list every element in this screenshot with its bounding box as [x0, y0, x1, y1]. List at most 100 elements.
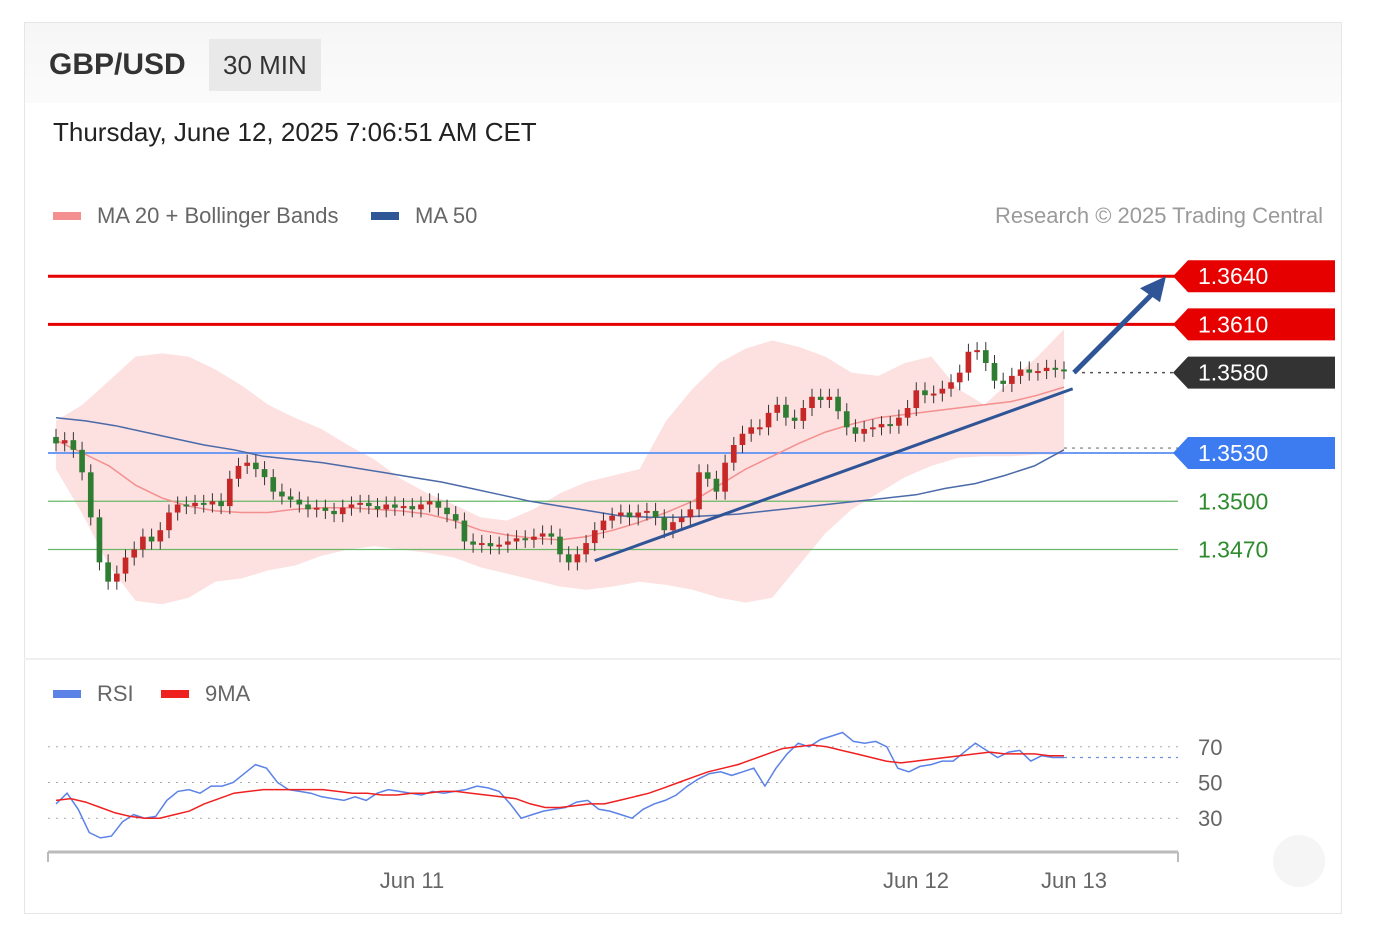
candle-body [930, 393, 937, 396]
candle-body [279, 491, 285, 497]
level-label-1.3640: 1.3640 [1198, 263, 1268, 289]
candle-body [157, 530, 164, 542]
candle-body [400, 506, 407, 509]
candle-body [79, 449, 85, 473]
candle-body [218, 501, 224, 507]
candle-body [409, 506, 416, 510]
candle-body [96, 517, 103, 563]
candle-body [183, 504, 190, 507]
x-tick-label: Jun 11 [380, 868, 444, 893]
candle-body [557, 536, 563, 555]
candle-body [444, 507, 450, 515]
candle-body [748, 427, 754, 434]
candle-body [609, 515, 615, 521]
candle-body [1017, 369, 1024, 376]
candle-body [826, 396, 833, 400]
candle-body [392, 504, 398, 508]
candle-body [200, 502, 207, 505]
rsi-9ma-line [55, 744, 1064, 819]
candle-body [496, 544, 502, 547]
candle-body [296, 499, 303, 505]
candle-body [383, 504, 390, 510]
candle-body [696, 472, 702, 510]
rsi-line [55, 731, 1064, 839]
candle-body [261, 469, 268, 478]
candle-body [366, 502, 372, 507]
candle-body [809, 396, 815, 409]
candle-body [730, 445, 737, 463]
candle-body [209, 501, 216, 505]
candle-body [192, 502, 198, 507]
candle-body [452, 514, 459, 521]
candle-body [670, 522, 676, 531]
candle-body [1043, 367, 1050, 372]
candle-body [305, 504, 311, 510]
candle-body [461, 520, 468, 542]
level-label-1.3500: 1.3500 [1198, 488, 1268, 514]
candle-body [339, 507, 346, 515]
candle-body [687, 509, 694, 518]
rsi-tick-70: 70 [1198, 735, 1222, 760]
candle-body [583, 543, 589, 555]
candle-body [591, 530, 598, 544]
candle-body [739, 433, 746, 445]
candle-body [487, 543, 494, 547]
candle-body [896, 417, 902, 426]
candle-body [313, 507, 320, 510]
candle-body [722, 462, 728, 492]
candle-body [470, 541, 476, 545]
candle-body [114, 573, 120, 582]
candle-body [87, 472, 94, 518]
candle-body [843, 411, 850, 428]
candle-body [418, 504, 424, 510]
candle-body [522, 538, 529, 541]
bollinger-band [56, 329, 1064, 605]
candle-body [235, 465, 242, 479]
candle-body [644, 510, 650, 513]
candle-body [131, 549, 138, 558]
candle-body [904, 408, 911, 418]
candle-body [765, 412, 772, 428]
x-tick-label: Jun 12 [883, 868, 949, 893]
candle-body [861, 428, 867, 434]
candle-body [53, 436, 59, 444]
candle-body [913, 390, 920, 409]
candle-body [982, 350, 989, 364]
candle-body [226, 478, 233, 507]
candle-body [287, 496, 294, 500]
candle-body [774, 404, 781, 413]
level-label-1.3530: 1.3530 [1198, 440, 1268, 466]
candle-body [835, 396, 841, 412]
candle-body [678, 517, 685, 523]
candle-body [974, 350, 980, 353]
candle-body [600, 520, 607, 531]
price-chart: 1.3640 1.3610 1.3580 1.3530 1.3500 1.3470 70 50… [24, 260, 1342, 893]
candle-body [713, 478, 720, 492]
candle-body [513, 538, 520, 542]
candle-body [565, 554, 572, 563]
candle-body [548, 533, 555, 537]
candle-body [1026, 369, 1033, 373]
candle-body [122, 557, 129, 574]
candle-body [800, 408, 807, 421]
candle-body [574, 554, 581, 563]
candle-body [626, 512, 633, 518]
candle-body [991, 363, 998, 381]
candle-body [140, 536, 146, 550]
candle-body [956, 372, 963, 383]
candle-body [887, 424, 894, 427]
candle-body [478, 543, 485, 546]
candle-body [270, 477, 277, 492]
candle-body [783, 404, 789, 418]
candle-body [61, 440, 68, 444]
candle-body [148, 536, 155, 542]
candle-body [1035, 371, 1041, 374]
candle-body [1061, 369, 1067, 372]
candle-body [870, 427, 876, 430]
candle-body [174, 504, 181, 513]
candle-body [244, 462, 250, 466]
candle-body [1000, 380, 1006, 384]
candle-body [1052, 367, 1059, 370]
candle-body [791, 417, 798, 421]
candle-body [1009, 375, 1015, 384]
